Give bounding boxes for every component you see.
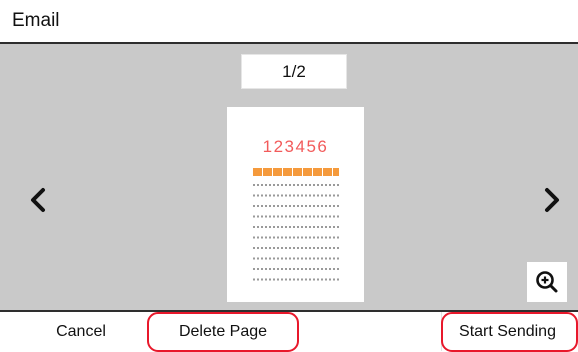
action-bar: Cancel Delete Page Start Sending xyxy=(0,310,578,351)
cancel-button[interactable]: Cancel xyxy=(22,312,140,351)
title-bar: Email xyxy=(0,0,578,44)
chevron-left-icon xyxy=(31,188,45,212)
previous-page-button[interactable] xyxy=(26,184,50,216)
document-text-lines xyxy=(253,184,341,284)
next-page-button[interactable] xyxy=(540,184,564,216)
chevron-right-icon xyxy=(545,188,559,212)
document-color-bar xyxy=(253,168,339,176)
email-preview-screen: Email 1/2 123456 Cancel Delete Page Star… xyxy=(0,0,578,352)
document-number: 123456 xyxy=(262,137,329,156)
page-indicator: 1/2 xyxy=(241,54,347,89)
delete-page-button[interactable]: Delete Page xyxy=(147,312,299,351)
zoom-in-icon xyxy=(536,271,558,293)
start-sending-button[interactable]: Start Sending xyxy=(441,312,574,351)
document-thumbnail: 123456 xyxy=(227,107,364,302)
zoom-in-button[interactable] xyxy=(527,262,567,302)
screen-title: Email xyxy=(12,10,60,31)
preview-area: 1/2 123456 xyxy=(0,44,578,310)
